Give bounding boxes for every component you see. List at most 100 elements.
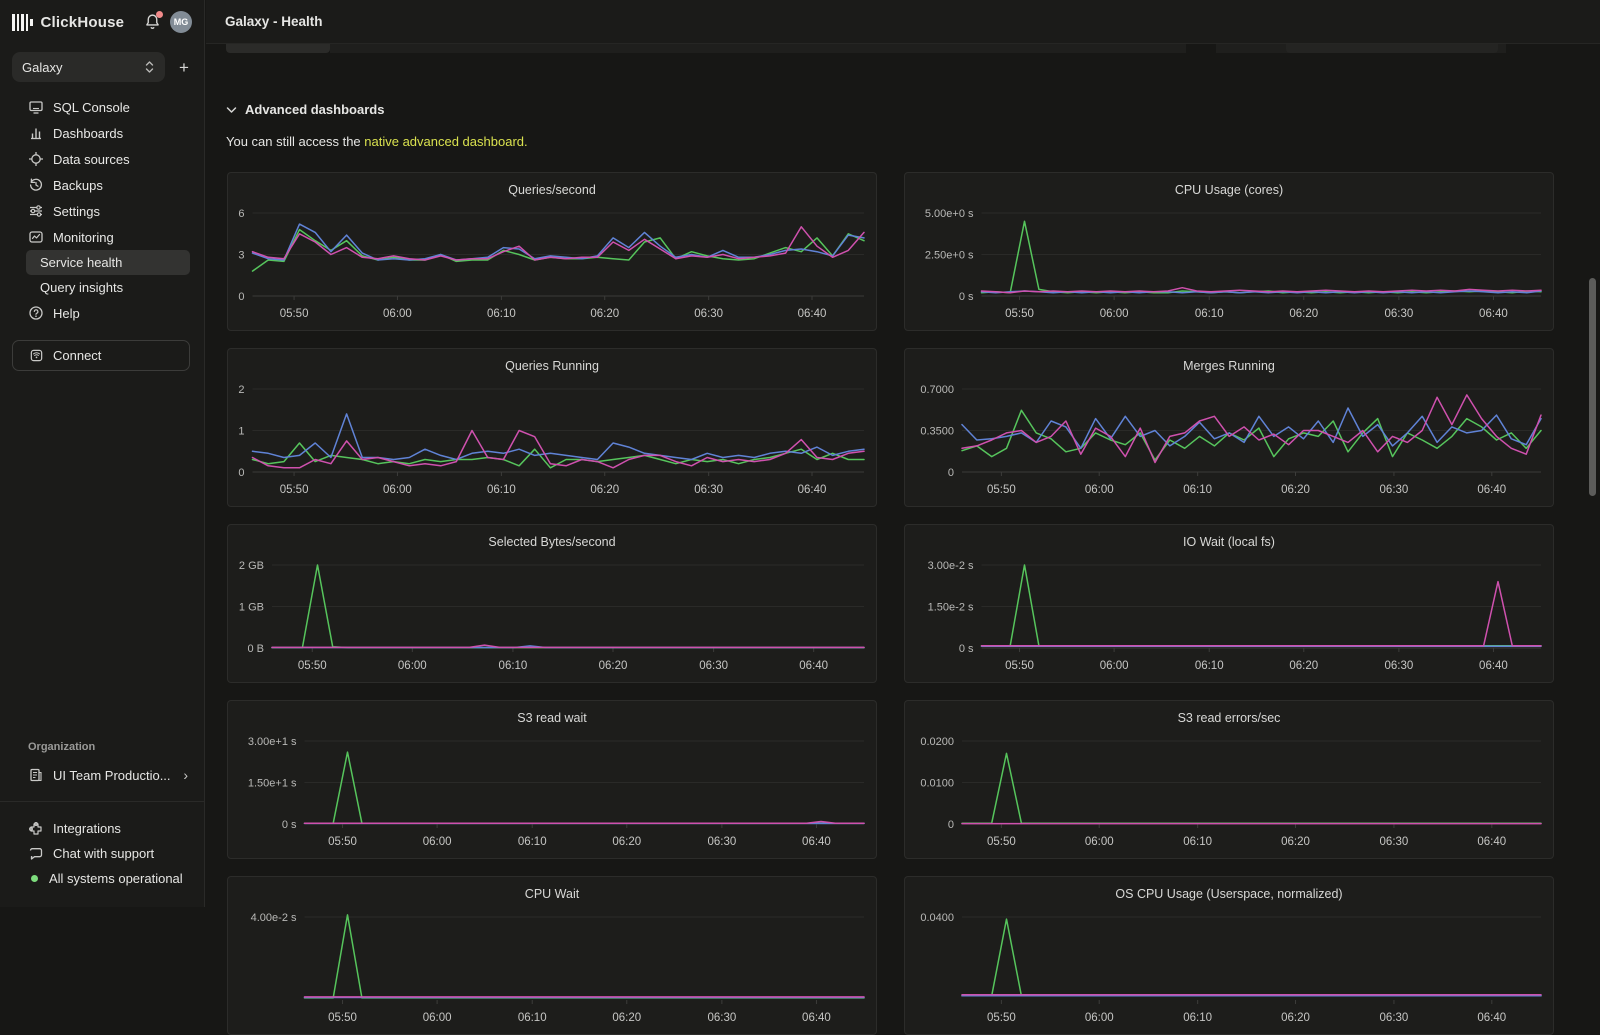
svg-text:06:30: 06:30 <box>694 308 723 320</box>
svg-text:05:50: 05:50 <box>1005 660 1034 672</box>
sidebar-item-data-sources[interactable]: Data sources <box>0 146 204 172</box>
svg-text:06:30: 06:30 <box>694 484 723 496</box>
native-dashboard-link[interactable]: native advanced dashboard. <box>364 134 527 149</box>
add-service-button[interactable]: + <box>175 57 193 78</box>
svg-text:0.0400: 0.0400 <box>920 912 954 924</box>
svg-text:06:00: 06:00 <box>398 660 427 672</box>
svg-text:06:30: 06:30 <box>707 1012 736 1024</box>
chart-plot[interactable]: 4.00e-2 s05:5006:0006:1006:2006:3006:40 <box>228 877 877 1035</box>
sidebar-item-chat-support[interactable]: Chat with support <box>0 841 204 866</box>
sidebar-item-integrations[interactable]: Integrations <box>0 816 204 841</box>
main-area: Galaxy - Health Advanced dashboards You … <box>206 0 1600 907</box>
svg-text:0: 0 <box>948 467 954 479</box>
sidebar-item-label: Service health <box>40 255 122 270</box>
sidebar-item-query-insights[interactable]: Query insights <box>0 275 204 300</box>
chart-plot[interactable]: 03605:5006:0006:1006:2006:3006:40 <box>228 173 877 331</box>
svg-text:06:40: 06:40 <box>1477 836 1506 848</box>
chevron-right-icon: › <box>183 767 188 783</box>
svg-text:06:10: 06:10 <box>487 308 516 320</box>
svg-text:05:50: 05:50 <box>298 660 327 672</box>
sidebar-item-monitoring[interactable]: Monitoring <box>0 224 204 250</box>
sidebar-divider <box>0 801 204 802</box>
notifications-button[interactable] <box>144 13 162 31</box>
chart-card-selected-bytes: Selected Bytes/second 0 B1 GB2 GB05:5006… <box>227 524 877 683</box>
svg-text:06:40: 06:40 <box>1479 308 1508 320</box>
svg-text:06:10: 06:10 <box>518 1012 547 1024</box>
chat-bubble-icon <box>28 846 44 862</box>
clickhouse-logo-icon <box>12 14 33 31</box>
svg-text:06:40: 06:40 <box>802 836 831 848</box>
sidebar-item-label: Monitoring <box>53 230 114 245</box>
connect-button[interactable]: Connect <box>12 340 190 371</box>
svg-text:06:20: 06:20 <box>612 836 641 848</box>
svg-text:2 GB: 2 GB <box>239 560 264 572</box>
sidebar-item-dashboards[interactable]: Dashboards <box>0 120 204 146</box>
svg-text:06:00: 06:00 <box>1085 836 1114 848</box>
system-status[interactable]: All systems operational <box>0 866 204 891</box>
notice-text: You can still access the native advanced… <box>226 134 528 149</box>
svg-text:1: 1 <box>238 426 244 438</box>
sidebar-item-sql-console[interactable]: SQL Console <box>0 94 204 120</box>
svg-text:06:00: 06:00 <box>1085 1012 1114 1024</box>
sidebar-item-label: Dashboards <box>53 126 123 141</box>
chart-plot[interactable]: 0 s1.50e+1 s3.00e+1 s05:5006:0006:1006:2… <box>228 701 877 859</box>
avatar[interactable]: MG <box>170 11 192 33</box>
scrolled-element-remnant <box>226 44 330 53</box>
svg-text:06:40: 06:40 <box>798 308 827 320</box>
connect-icon <box>29 348 44 363</box>
chart-plot[interactable]: 0 s2.50e+0 s5.00e+0 s05:5006:0006:1006:2… <box>905 173 1554 331</box>
chart-plot[interactable]: 0 s1.50e-2 s3.00e-2 s05:5006:0006:1006:2… <box>905 525 1554 683</box>
chart-plot[interactable]: 0 B1 GB2 GB05:5006:0006:1006:2006:3006:4… <box>228 525 877 683</box>
svg-text:3.00e+1 s: 3.00e+1 s <box>248 736 297 748</box>
svg-text:0.0200: 0.0200 <box>920 736 954 748</box>
organization-switcher[interactable]: UI Team Productio... › <box>0 765 204 785</box>
advanced-dashboards-toggle[interactable]: Advanced dashboards <box>226 102 384 117</box>
svg-text:0 s: 0 s <box>959 643 974 655</box>
svg-text:1.50e-2 s: 1.50e-2 s <box>928 602 974 614</box>
sidebar-item-backups[interactable]: Backups <box>0 172 204 198</box>
svg-text:4.00e-2 s: 4.00e-2 s <box>251 912 297 924</box>
sidebar-nav: SQL Console Dashboards Data sources Back… <box>0 94 204 326</box>
vertical-scrollbar[interactable] <box>1589 278 1596 496</box>
svg-text:06:40: 06:40 <box>799 660 828 672</box>
service-selector[interactable]: Galaxy <box>12 52 165 82</box>
sidebar-item-settings[interactable]: Settings <box>0 198 204 224</box>
svg-text:05:50: 05:50 <box>328 1012 357 1024</box>
svg-text:6: 6 <box>238 208 244 220</box>
chart-card-s3-read-errors: S3 read errors/sec 00.01000.020005:5006:… <box>904 700 1554 859</box>
svg-text:06:10: 06:10 <box>1195 308 1224 320</box>
organization-icon <box>28 767 44 783</box>
svg-text:06:00: 06:00 <box>423 836 452 848</box>
svg-text:06:00: 06:00 <box>423 1012 452 1024</box>
svg-text:06:10: 06:10 <box>499 660 528 672</box>
svg-text:05:50: 05:50 <box>328 836 357 848</box>
sidebar-item-label: Backups <box>53 178 103 193</box>
svg-text:05:50: 05:50 <box>987 484 1016 496</box>
chevron-up-down-icon <box>144 60 155 74</box>
sidebar-item-label: Data sources <box>53 152 130 167</box>
svg-text:0.0100: 0.0100 <box>920 778 954 790</box>
organization-name: UI Team Productio... <box>53 768 171 783</box>
data-sources-icon <box>28 151 44 167</box>
svg-text:0: 0 <box>238 467 244 479</box>
svg-text:06:40: 06:40 <box>1477 484 1506 496</box>
chart-plot[interactable]: 00.01000.020005:5006:0006:1006:2006:3006… <box>905 701 1554 859</box>
svg-text:06:40: 06:40 <box>798 484 827 496</box>
chart-plot[interactable]: 00.35000.700005:5006:0006:1006:2006:3006… <box>905 349 1554 507</box>
svg-text:06:10: 06:10 <box>1183 836 1212 848</box>
svg-text:06:30: 06:30 <box>1380 484 1409 496</box>
svg-text:06:30: 06:30 <box>1384 660 1413 672</box>
svg-text:1 GB: 1 GB <box>239 602 264 614</box>
help-icon <box>28 305 44 321</box>
sidebar-item-help[interactable]: Help <box>0 300 204 326</box>
service-selector-value: Galaxy <box>22 60 62 75</box>
chart-plot[interactable]: 0.040005:5006:0006:1006:2006:3006:40 <box>905 877 1554 1035</box>
monitoring-icon <box>28 229 44 245</box>
svg-text:06:00: 06:00 <box>383 484 412 496</box>
sidebar-item-label: Settings <box>53 204 100 219</box>
svg-text:06:30: 06:30 <box>1380 1012 1409 1024</box>
svg-text:0.7000: 0.7000 <box>920 384 954 396</box>
sidebar-item-service-health[interactable]: Service health <box>26 250 190 275</box>
chart-plot[interactable]: 01205:5006:0006:1006:2006:3006:40 <box>228 349 877 507</box>
svg-text:06:00: 06:00 <box>1100 308 1129 320</box>
